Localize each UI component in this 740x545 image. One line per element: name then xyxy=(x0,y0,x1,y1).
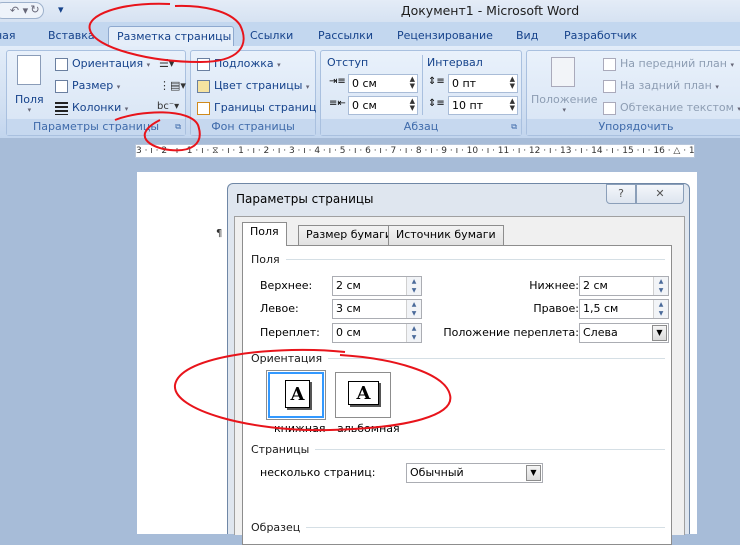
hyphenation-button[interactable]: bc⁻▾ xyxy=(157,101,179,112)
tab-view[interactable]: Вид xyxy=(508,26,546,46)
ribbon-tabs: Главная Вставка Разметка страницы Ссылки… xyxy=(0,22,740,46)
tab-page-layout[interactable]: Разметка страницы xyxy=(108,26,234,46)
bring-front-icon xyxy=(603,57,616,71)
indent-right-input[interactable]: 0 см ▲ ▼ xyxy=(348,96,418,115)
bottom-margin-label: Нижнее: xyxy=(529,279,579,292)
page-color-icon xyxy=(197,79,210,93)
tab-paper-size[interactable]: Размер бумаги xyxy=(298,225,401,245)
paragraph-group-label: Абзац ⧉ xyxy=(321,119,521,135)
ribbon: Поля ▾ Ориентация ▾ Размер ▾ Колонки ▾ ☰▾… xyxy=(0,46,740,138)
page-borders-icon xyxy=(197,101,210,115)
spacing-after-icon: ⇕≡ xyxy=(428,98,445,109)
indent-left-icon: ⇥≡ xyxy=(329,76,346,87)
bottom-margin-input[interactable]: 2 см ▲ ▼ xyxy=(579,276,669,296)
page-borders-button[interactable]: Границы страниц xyxy=(197,101,316,115)
line-numbers-button[interactable]: ⋮▤▾ xyxy=(159,79,186,92)
bring-front-button[interactable]: На передний план ▾ xyxy=(603,57,734,71)
spacing-before-icon: ⇕≡ xyxy=(428,76,445,87)
right-margin-input[interactable]: 1,5 см ▲ ▼ xyxy=(579,299,669,319)
multiple-pages-label: несколько страниц: xyxy=(260,466,376,479)
pages-section: Страницы xyxy=(251,443,665,456)
orientation-button[interactable]: Ориентация ▾ xyxy=(55,57,150,71)
gutter-input[interactable]: 0 см ▲ ▼ xyxy=(332,323,422,343)
chevron-down-icon[interactable]: ▼ xyxy=(526,465,541,481)
top-margin-input[interactable]: 2 см ▲ ▼ xyxy=(332,276,422,296)
position-icon xyxy=(551,57,575,87)
page-setup-dialog: Параметры страницы ? ✕ Поля Размер бумаг… xyxy=(227,183,690,545)
chevron-down-icon[interactable]: ▼ xyxy=(652,325,667,341)
margins-button[interactable]: Поля ▾ xyxy=(15,93,44,114)
columns-button[interactable]: Колонки ▾ xyxy=(55,101,128,115)
tab-margins[interactable]: Поля xyxy=(242,222,287,246)
size-icon xyxy=(55,79,68,93)
spinner[interactable]: ▲ ▼ xyxy=(653,277,668,295)
group-page-background: Подложка ▾ Цвет страницы ▾ Границы стран… xyxy=(190,50,316,136)
group-arrange: Положение ▾ На передний план ▾ На задний … xyxy=(526,50,740,136)
gutter-label: Переплет: xyxy=(260,326,320,339)
page-color-button[interactable]: Цвет страницы ▾ xyxy=(197,79,309,93)
tab-mailings[interactable]: Рассылки xyxy=(310,26,381,46)
page-background-group-label: Фон страницы xyxy=(191,119,315,135)
landscape-icon: A xyxy=(348,381,379,405)
gutter-position-label: Положение переплета: xyxy=(443,326,579,339)
group-page-setup: Поля ▾ Ориентация ▾ Размер ▾ Колонки ▾ ☰▾… xyxy=(6,50,186,136)
landscape-label[interactable]: альбомная xyxy=(337,422,400,435)
watermark-button[interactable]: Подложка ▾ xyxy=(197,57,281,71)
spacing-label: Интервал xyxy=(427,56,483,69)
landscape-option[interactable]: A xyxy=(335,372,391,418)
portrait-option[interactable]: A xyxy=(266,370,326,420)
window-title: Документ1 - Microsoft Word xyxy=(400,3,580,18)
tab-paper-source[interactable]: Источник бумаги xyxy=(388,225,504,245)
left-margin-input[interactable]: 3 см ▲ ▼ xyxy=(332,299,422,319)
send-back-button[interactable]: На задний план ▾ xyxy=(603,79,719,93)
portrait-label[interactable]: книжная xyxy=(274,422,325,435)
paragraph-mark: ¶ xyxy=(216,228,223,239)
indent-left-input[interactable]: 0 см ▲ ▼ xyxy=(348,74,418,93)
tab-references[interactable]: Ссылки xyxy=(242,26,301,46)
tab-review[interactable]: Рецензирование xyxy=(389,26,501,46)
paragraph-dialog-launcher-icon[interactable]: ⧉ xyxy=(511,119,517,135)
group-paragraph: Отступ ⇥≡ 0 см ▲ ▼ ≡⇤ 0 см ▲ ▼ Интервал ⇕≡ 0… xyxy=(320,50,522,136)
text-wrap-button[interactable]: Обтекание текстом ▾ xyxy=(603,101,740,115)
size-button[interactable]: Размер ▾ xyxy=(55,79,120,93)
watermark-icon xyxy=(197,57,210,71)
indent-label: Отступ xyxy=(327,56,369,69)
dialog-body: Поля Размер бумаги Источник бумаги Поля … xyxy=(234,216,685,545)
position-button[interactable]: Положение ▾ xyxy=(531,93,598,114)
top-margin-label: Верхнее: xyxy=(260,279,313,292)
spinner[interactable]: ▲ ▼ xyxy=(406,324,421,342)
text-wrap-icon xyxy=(603,101,616,115)
left-margin-label: Левое: xyxy=(260,302,299,315)
spinner[interactable]: ▲ ▼ xyxy=(406,300,421,318)
portrait-icon: A xyxy=(285,380,310,408)
spacing-after-input[interactable]: 10 пт ▲ ▼ xyxy=(448,96,518,115)
title-bar: ↶ ▾ ↻ ▾ Документ1 - Microsoft Word xyxy=(0,0,740,22)
tab-insert[interactable]: Вставка xyxy=(40,26,103,46)
dialog-title: Параметры страницы xyxy=(236,192,374,206)
indent-right-icon: ≡⇤ xyxy=(329,98,346,109)
dialog-launcher-icon[interactable]: ⧉ xyxy=(175,119,181,135)
page-setup-group-label: Параметры страницы ⧉ xyxy=(7,119,185,135)
columns-icon xyxy=(55,101,68,115)
spacing-before-input[interactable]: 0 пт ▲ ▼ xyxy=(448,74,518,93)
gutter-position-select[interactable]: Слева ▼ xyxy=(579,323,669,343)
spinner[interactable]: ▲ ▼ xyxy=(406,277,421,295)
orientation-section: Ориентация xyxy=(251,352,665,365)
orientation-icon xyxy=(55,57,68,71)
close-button[interactable]: ✕ xyxy=(636,184,684,204)
breaks-button[interactable]: ☰▾ xyxy=(159,57,174,70)
multiple-pages-select[interactable]: Обычный ▼ xyxy=(406,463,543,483)
margins-section: Поля xyxy=(251,253,665,266)
help-button[interactable]: ? xyxy=(606,184,636,204)
arrange-group-label: Упорядочить xyxy=(527,119,740,135)
send-back-icon xyxy=(603,79,616,93)
preview-section: Образец xyxy=(251,521,665,534)
margins-icon xyxy=(17,55,41,85)
spinner[interactable]: ▲ ▼ xyxy=(653,300,668,318)
horizontal-ruler[interactable]: 3 · ı · 2 · ı · 1 · ı · ⧖ · ı · 1 · ı · … xyxy=(135,144,695,158)
right-margin-label: Правое: xyxy=(533,302,579,315)
tab-home[interactable]: Главная xyxy=(0,26,24,46)
margins-panel: Поля Верхнее: 2 см ▲ ▼ Левое: 3 см ▲ ▼ Переп… xyxy=(242,245,672,545)
tab-developer[interactable]: Разработчик xyxy=(556,26,645,46)
